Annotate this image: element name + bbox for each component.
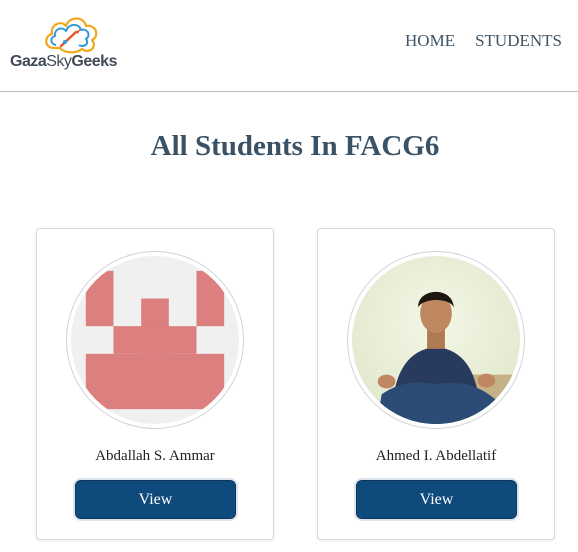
student-name: Ahmed I. Abdellatif (375, 448, 497, 464)
student-avatar (347, 251, 525, 429)
page-title: All Students In FACG6 (150, 130, 440, 162)
logo-word-gaza: Gaza (10, 53, 47, 70)
main-nav: HOME STUDENTS (405, 31, 562, 51)
logo-word-sky: Sky (46, 53, 72, 70)
student-name: Abdallah S. Ammar (95, 448, 215, 464)
student-card: Abdallah S. Ammar View (36, 228, 274, 540)
cloud-rocket-icon (45, 17, 98, 54)
logo-word-geeks: Geeks (71, 53, 117, 70)
photo-avatar (352, 256, 520, 424)
view-student-button[interactable]: View (356, 480, 517, 519)
logo-wordmark: GazaSkyGeeks (10, 53, 117, 71)
student-photo (352, 256, 520, 424)
gaza-sky-geeks-logo[interactable]: GazaSkyGeeks (10, 12, 130, 76)
site-header: GazaSkyGeeks HOME STUDENTS (0, 0, 578, 92)
nav-home-link[interactable]: HOME (405, 31, 455, 51)
identicon-avatar (71, 256, 239, 424)
student-card: Ahmed I. Abdellatif View (317, 228, 555, 540)
view-student-button[interactable]: View (75, 480, 236, 519)
identicon-image (71, 256, 239, 424)
student-avatar (66, 251, 244, 429)
nav-students-link[interactable]: STUDENTS (475, 31, 562, 51)
